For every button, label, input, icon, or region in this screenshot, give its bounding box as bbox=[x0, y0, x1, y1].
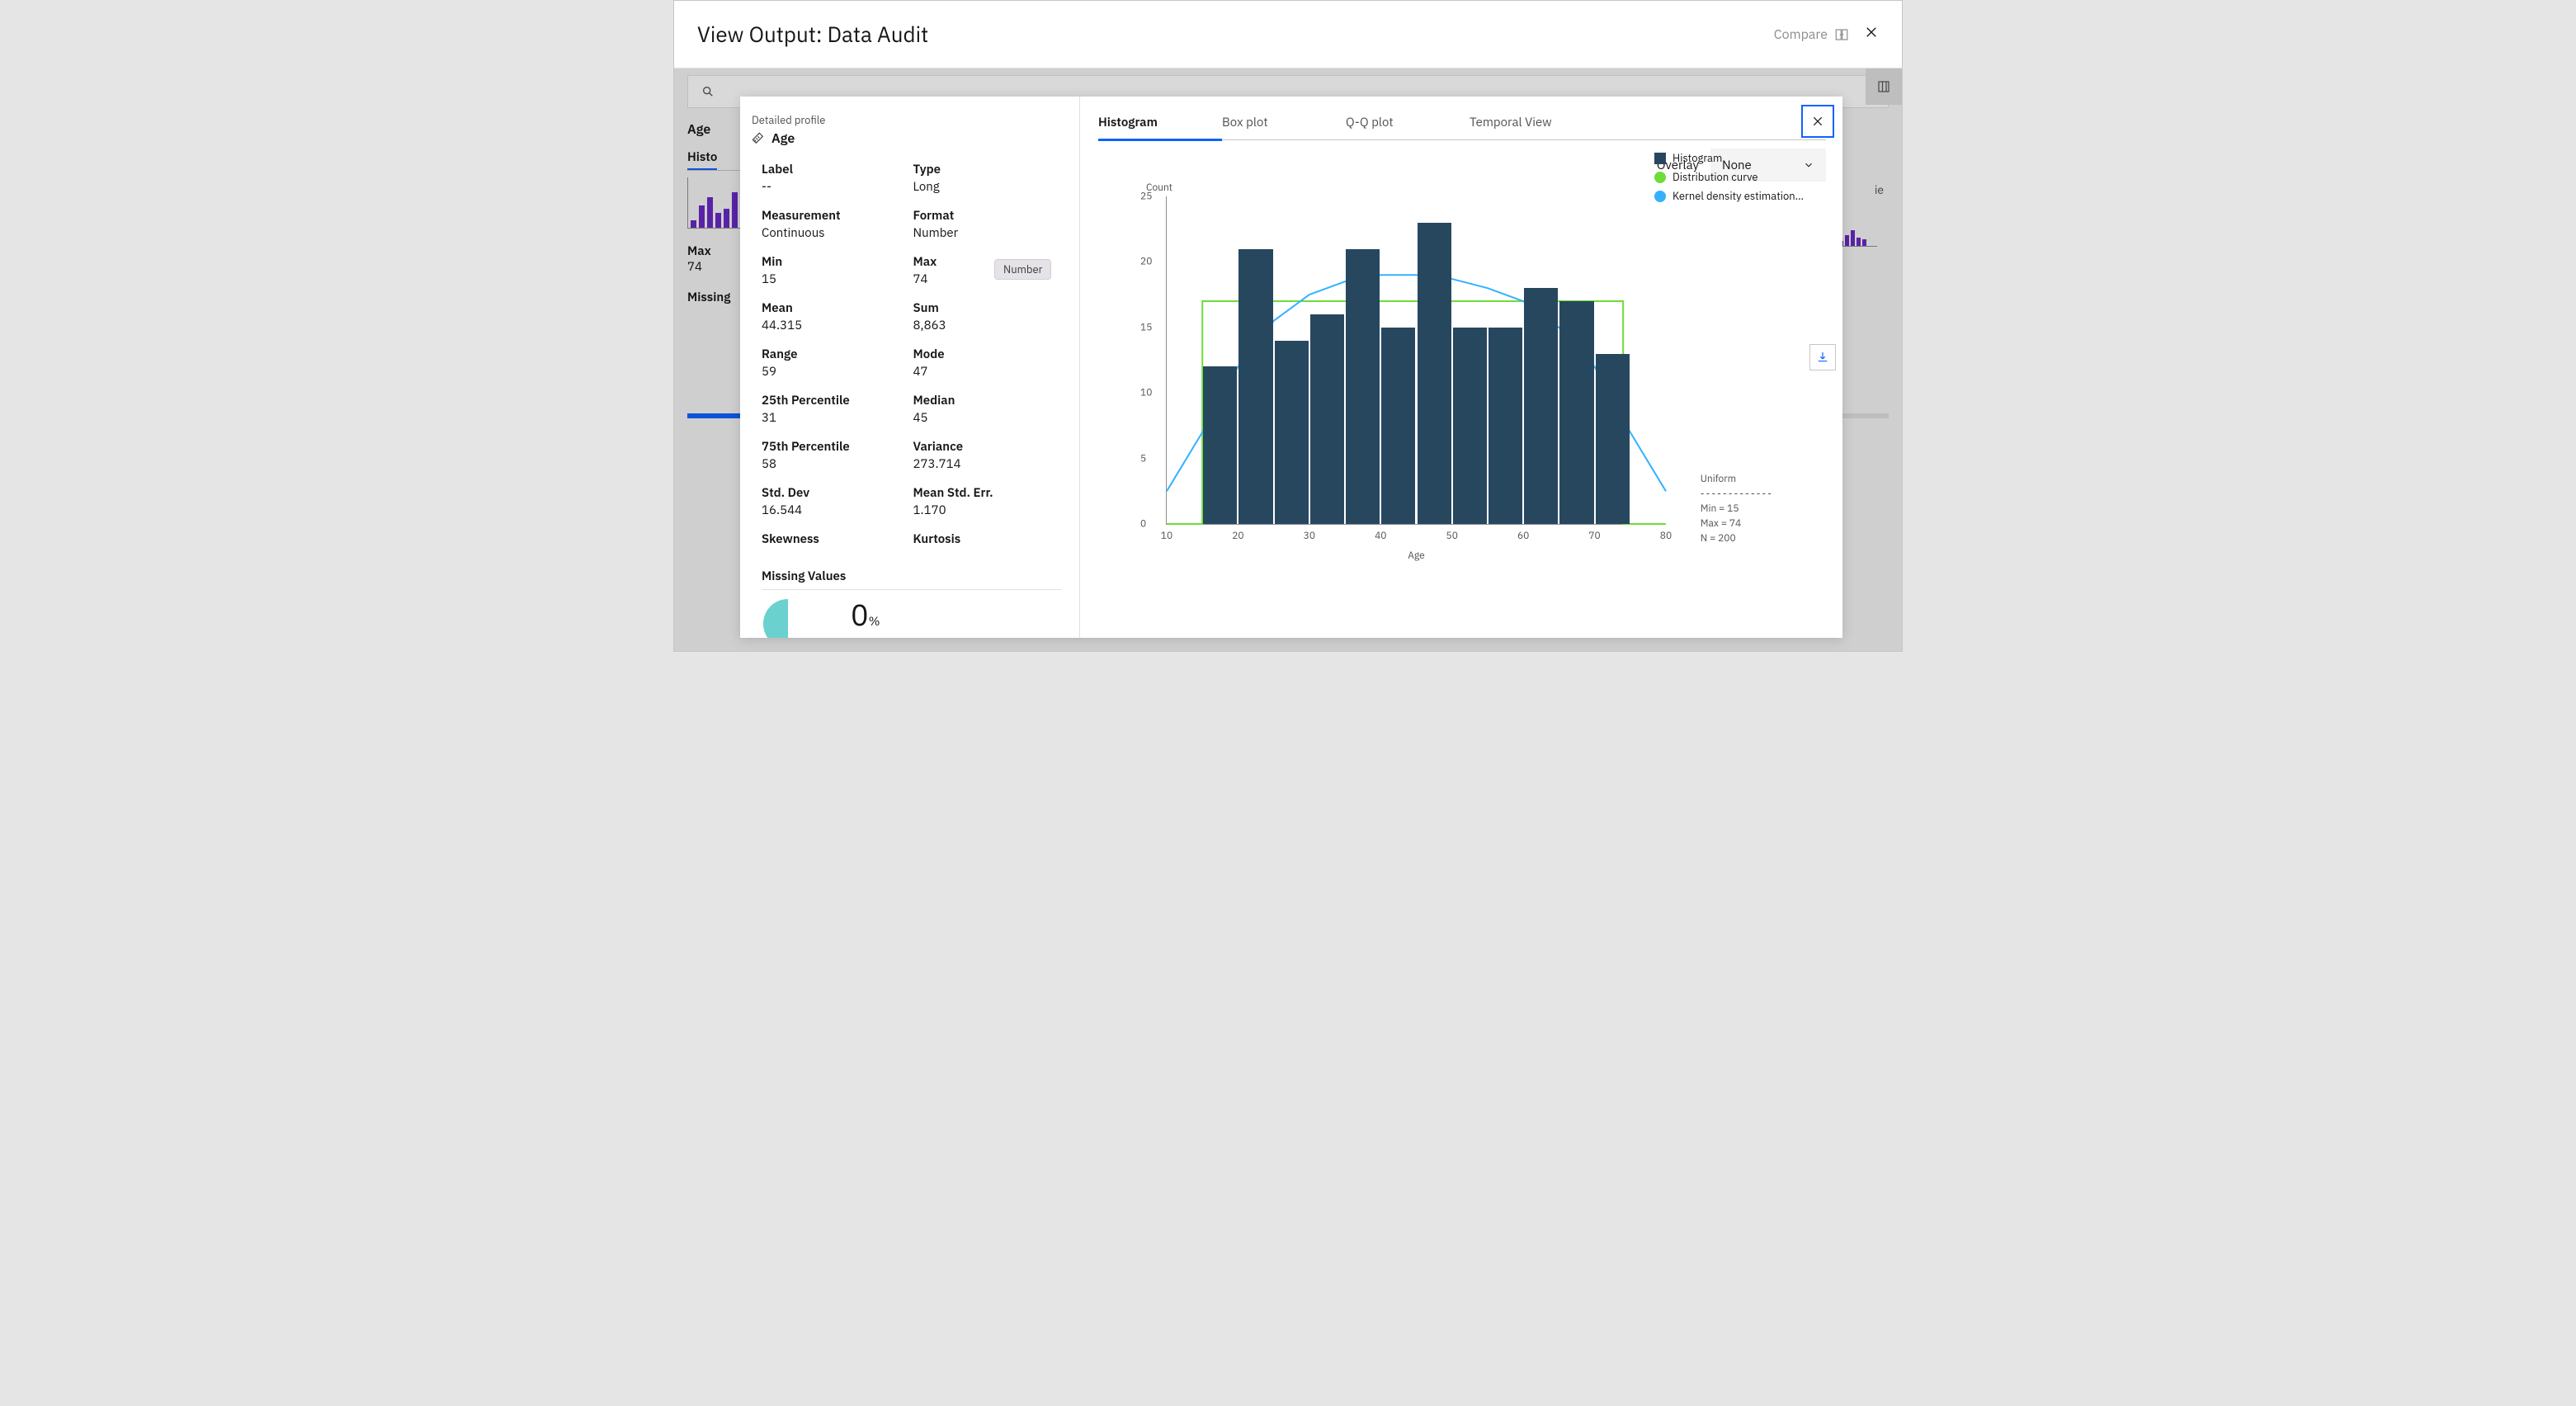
distribution-annotation: Uniform ------------- Min = 15 Max = 74 … bbox=[1701, 472, 1773, 546]
tab-histogram-bg[interactable]: Histo bbox=[687, 146, 717, 170]
histogram-plot: Age 05101520251020304050607080 bbox=[1166, 196, 1666, 525]
histogram-bar bbox=[1453, 328, 1487, 524]
close-icon bbox=[1864, 25, 1879, 40]
x-tick: 20 bbox=[1232, 530, 1243, 542]
tooltip-format: Number bbox=[994, 259, 1051, 280]
y-tick: 20 bbox=[1140, 256, 1152, 268]
legend-swatch-distribution bbox=[1654, 172, 1666, 183]
stat-kurt: Kurtosis bbox=[913, 531, 1062, 549]
page-header: View Output: Data Audit Compare bbox=[674, 1, 1902, 68]
legend-histogram: Histogram bbox=[1654, 151, 1804, 165]
annot-max: Max = 74 bbox=[1701, 517, 1773, 531]
missing-donut-icon bbox=[762, 597, 814, 639]
x-axis-title: Age bbox=[1408, 550, 1425, 562]
compare-icon bbox=[1834, 27, 1849, 42]
profile-stats-panel: Detailed profile Age Label-- TypeLong Me… bbox=[740, 97, 1080, 638]
y-tick: 5 bbox=[1140, 452, 1146, 465]
backdrop-right-tab: ie bbox=[1875, 182, 1884, 197]
histogram-bar bbox=[1275, 341, 1309, 524]
chevron-down-icon bbox=[1803, 159, 1814, 171]
missing-percent-value: 0 bbox=[851, 595, 869, 634]
stat-format: FormatNumber bbox=[913, 208, 1062, 241]
field-name: Age bbox=[771, 130, 795, 147]
ruler-icon bbox=[752, 132, 765, 145]
histogram-bar bbox=[1559, 301, 1593, 524]
chart-area: Count Age 05101520251020304050607080 Uni… bbox=[1110, 185, 1671, 564]
histogram-bar bbox=[1310, 314, 1344, 524]
y-tick: 25 bbox=[1140, 191, 1152, 203]
legend-distribution: Distribution curve bbox=[1654, 170, 1804, 184]
detailed-profile-modal: Detailed profile Age Label-- TypeLong Me… bbox=[740, 97, 1842, 638]
chart-legend: Histogram Distribution curve Kernel dens… bbox=[1654, 151, 1804, 203]
page-container: View Output: Data Audit Compare Age Hist… bbox=[673, 0, 1903, 652]
download-chart-button[interactable] bbox=[1809, 344, 1836, 370]
stat-std: Std. Dev16.544 bbox=[762, 485, 910, 518]
columns-icon bbox=[1876, 79, 1891, 94]
histogram-bar bbox=[1489, 328, 1522, 524]
stat-min: Min15 bbox=[762, 254, 910, 287]
compare-label: Compare bbox=[1774, 26, 1828, 43]
annot-n: N = 200 bbox=[1701, 531, 1773, 546]
missing-fraction: 0/200 bbox=[851, 637, 883, 638]
x-tick: 40 bbox=[1375, 530, 1386, 542]
stat-measurement: MeasurementContinuous bbox=[762, 208, 910, 241]
histogram-bar bbox=[1596, 354, 1630, 524]
missing-values-row: 0 % 0/200 bbox=[752, 595, 1071, 638]
stat-skew: Skewness bbox=[762, 531, 910, 549]
download-icon bbox=[1816, 351, 1829, 364]
stat-range: Range59 bbox=[762, 347, 910, 380]
stat-variance: Variance273.714 bbox=[913, 439, 1062, 472]
tab-temporal[interactable]: Temporal View bbox=[1470, 108, 1593, 139]
search-icon bbox=[701, 85, 715, 98]
missing-percent: 0 % bbox=[851, 595, 883, 634]
stat-median: Median45 bbox=[913, 393, 1062, 426]
tab-boxplot[interactable]: Box plot bbox=[1222, 108, 1346, 139]
x-tick: 10 bbox=[1161, 530, 1172, 542]
stat-mse: Mean Std. Err.1.170 bbox=[913, 485, 1062, 518]
plot-tabs: Histogram Box plot Q-Q plot Temporal Vie… bbox=[1098, 108, 1826, 140]
stat-mean: Mean44.315 bbox=[762, 300, 910, 333]
annot-divider: ------------- bbox=[1701, 487, 1773, 502]
histogram-bar bbox=[1524, 288, 1558, 524]
x-tick: 50 bbox=[1446, 530, 1458, 542]
tab-histogram[interactable]: Histogram bbox=[1098, 108, 1222, 141]
legend-swatch-histogram bbox=[1654, 153, 1666, 164]
compare-button[interactable]: Compare bbox=[1774, 26, 1849, 43]
histogram-bar bbox=[1418, 223, 1451, 524]
page-header-actions: Compare bbox=[1774, 25, 1879, 44]
close-page-button[interactable] bbox=[1864, 25, 1879, 44]
histogram-bar bbox=[1238, 249, 1272, 524]
histogram-bar bbox=[1346, 249, 1380, 524]
crumb-detailed-profile: Detailed profile bbox=[752, 113, 1071, 127]
missing-percent-block: 0 % 0/200 bbox=[851, 595, 883, 638]
stats-grid: Label-- TypeLong MeasurementContinuous F… bbox=[752, 162, 1071, 549]
y-tick: 10 bbox=[1140, 387, 1152, 399]
histogram-bar bbox=[1203, 366, 1237, 524]
x-tick: 80 bbox=[1660, 530, 1672, 542]
x-tick: 30 bbox=[1304, 530, 1315, 542]
field-header: Age bbox=[752, 130, 1071, 147]
missing-percent-suffix: % bbox=[869, 614, 880, 630]
x-tick: 70 bbox=[1588, 530, 1600, 542]
histogram-bar bbox=[1381, 328, 1415, 524]
page-title: View Output: Data Audit bbox=[697, 21, 928, 49]
stat-p75: 75th Percentile58 bbox=[762, 439, 910, 472]
stat-p25: 25th Percentile31 bbox=[762, 393, 910, 426]
missing-values-header: Missing Values bbox=[762, 569, 1061, 590]
y-tick: 15 bbox=[1140, 321, 1152, 333]
stat-mode: Mode47 bbox=[913, 347, 1062, 380]
annot-min: Min = 15 bbox=[1701, 502, 1773, 517]
mini-histogram-right bbox=[1839, 229, 1877, 247]
annot-title: Uniform bbox=[1701, 472, 1773, 487]
columns-icon-button[interactable] bbox=[1866, 68, 1902, 105]
legend-kde: Kernel density estimation… bbox=[1654, 189, 1804, 203]
x-tick: 60 bbox=[1517, 530, 1529, 542]
y-tick: 0 bbox=[1140, 518, 1146, 531]
tab-qqplot[interactable]: Q-Q plot bbox=[1346, 108, 1470, 139]
stat-type: TypeLong bbox=[913, 162, 1062, 195]
stat-label: Label-- bbox=[762, 162, 910, 195]
stat-sum: Sum8,863 bbox=[913, 300, 1062, 333]
chart-panel: Histogram Box plot Q-Q plot Temporal Vie… bbox=[1080, 97, 1842, 638]
